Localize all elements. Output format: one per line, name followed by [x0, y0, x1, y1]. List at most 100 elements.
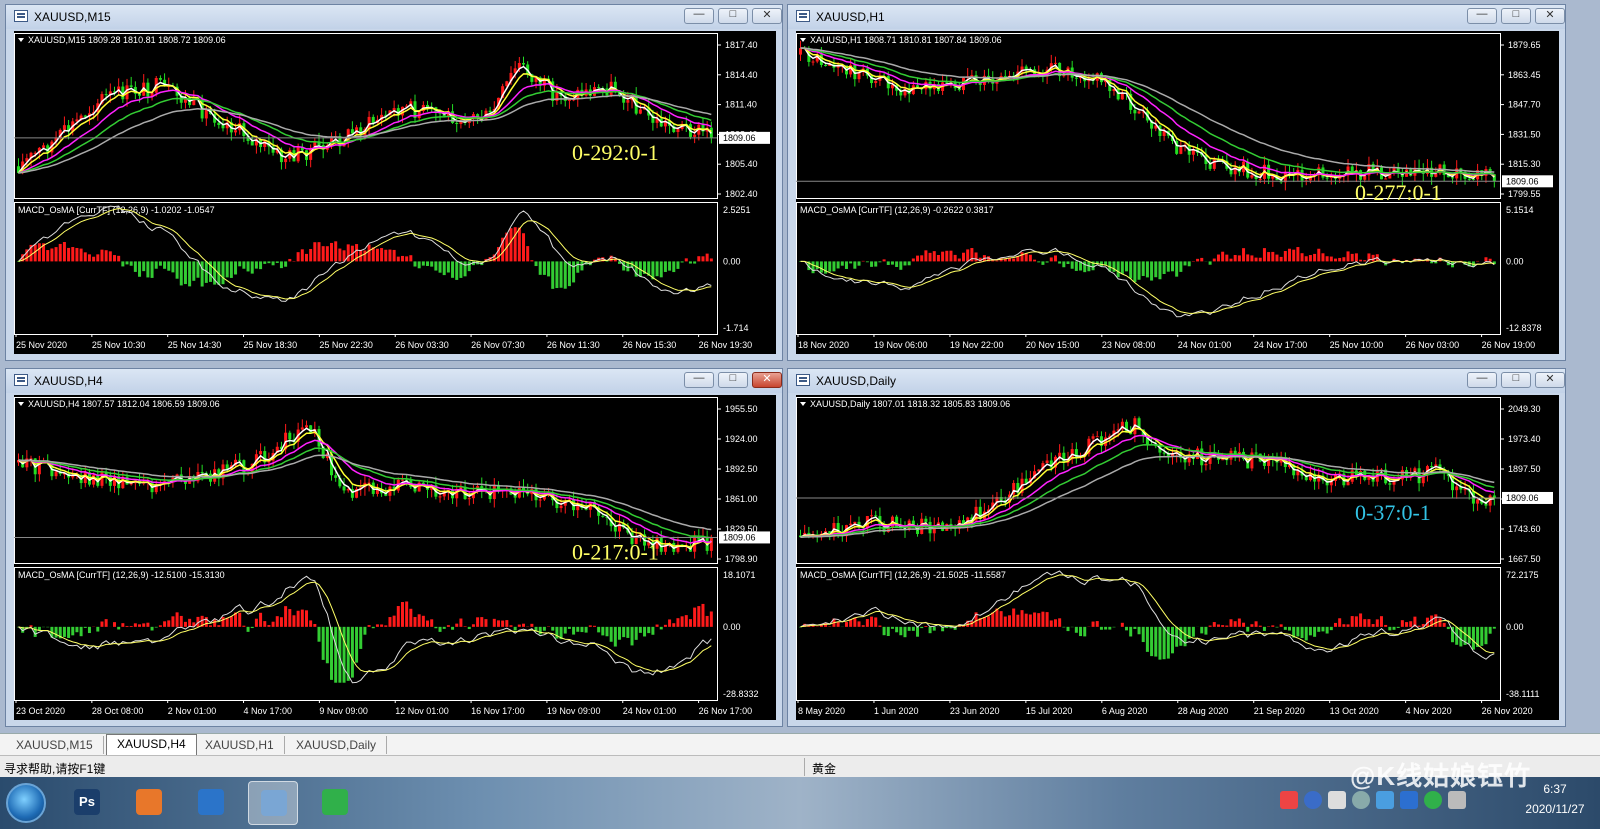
maximize-button[interactable]: □	[1501, 8, 1531, 24]
osma-bar	[1242, 622, 1246, 627]
minimize-button[interactable]: —	[684, 8, 714, 24]
chart-canvas[interactable]: XAUUSD,H4 1807.57 1812.04 1806.59 1809.0…	[14, 395, 774, 718]
taskbar-app-metatrader[interactable]	[186, 781, 236, 825]
osma-bar	[1304, 626, 1308, 641]
shield-icon[interactable]	[1400, 791, 1418, 809]
osma-bar	[242, 625, 246, 627]
osma-bar	[1170, 261, 1174, 272]
osma-bar	[1250, 255, 1254, 262]
minimize-icon: —	[693, 372, 705, 384]
chart-area-h1[interactable]: XAUUSD,H1 1808.71 1810.81 1807.84 1809.0…	[796, 31, 1559, 354]
osma-bar	[991, 612, 995, 627]
osma-bar	[580, 626, 584, 633]
chart-menu-arrow-icon[interactable]	[18, 402, 24, 406]
chart-window-h1[interactable]: XAUUSD,H1 — □ ✕ XAUUSD,H1 1808.71 1810.81 18…	[787, 4, 1566, 361]
tab-xauusd-m15[interactable]: XAUUSD,M15	[6, 736, 104, 754]
osma-bar	[442, 626, 446, 629]
window-title-bar[interactable]: XAUUSD,H4 — □ ✕	[6, 369, 782, 393]
sogou-input-icon[interactable]	[1280, 791, 1298, 809]
minimize-button[interactable]: —	[1467, 372, 1497, 388]
window-title-bar[interactable]: XAUUSD,Daily — □ ✕	[788, 369, 1565, 393]
osma-bar	[1405, 622, 1409, 627]
osma-bar	[663, 261, 667, 272]
candle	[355, 486, 359, 499]
minimize-icon: —	[1476, 8, 1488, 20]
osma-bar	[1053, 619, 1057, 627]
maximize-icon: □	[1512, 372, 1520, 384]
chart-canvas[interactable]: XAUUSD,Daily 1807.01 1818.32 1805.83 180…	[796, 395, 1557, 718]
close-button[interactable]: ✕	[752, 8, 782, 24]
candle	[849, 515, 853, 527]
keyboard-icon[interactable]	[1328, 791, 1346, 809]
taskbar-app-photoshop[interactable]: Ps	[62, 781, 112, 825]
close-button[interactable]: ✕	[1535, 372, 1565, 388]
minimize-button[interactable]: —	[1467, 8, 1497, 24]
chart-area-daily[interactable]: XAUUSD,Daily 1807.01 1818.32 1805.83 180…	[796, 395, 1559, 720]
osma-bar	[1350, 616, 1354, 627]
maximize-button[interactable]: □	[718, 8, 748, 24]
osma-bar	[142, 623, 146, 627]
maximize-button[interactable]: □	[1501, 372, 1531, 388]
chart-area-m15[interactable]: XAUUSD,M15 1809.28 1810.81 1808.72 1809.…	[14, 31, 776, 354]
indicator-level-label: 0.00	[723, 622, 741, 632]
candle	[158, 75, 162, 82]
taskbar-app-control-panel[interactable]	[248, 781, 298, 825]
osma-bar	[634, 626, 638, 640]
minimize-button[interactable]: —	[684, 372, 714, 388]
osma-bar	[304, 253, 308, 262]
osma-bar	[229, 616, 233, 627]
osma-bar	[882, 626, 886, 636]
chart-window-icon	[14, 10, 28, 22]
osma-bar	[630, 626, 634, 646]
candle	[1329, 476, 1333, 493]
chart-window-daily[interactable]: XAUUSD,Daily — □ ✕ XAUUSD,Daily 1807.01 1818…	[787, 368, 1566, 727]
tab-xauusd-daily[interactable]: XAUUSD,Daily	[286, 736, 388, 754]
tab-xauusd-h1[interactable]: XAUUSD,H1	[195, 736, 285, 754]
gear-icon[interactable]	[1352, 791, 1370, 809]
time-tick-label: 4 Nov 2020	[1406, 706, 1452, 716]
time-tick-label: 26 Nov 03:30	[395, 340, 449, 350]
osma-bar	[534, 261, 538, 267]
osma-bar	[96, 626, 100, 632]
candle	[42, 142, 46, 149]
candle	[426, 100, 430, 112]
osma-bar	[263, 261, 267, 264]
osma-bar	[547, 261, 551, 277]
window-title-bar[interactable]: XAUUSD,M15 — □ ✕	[6, 5, 782, 29]
taskbar-app-wechat[interactable]	[310, 781, 360, 825]
tab-xauusd-h4[interactable]: XAUUSD,H4	[106, 734, 197, 756]
help-icon[interactable]	[1304, 791, 1322, 809]
osma-bar	[1150, 626, 1154, 657]
close-button[interactable]: ✕	[752, 372, 782, 388]
taskbar-app-firefox[interactable]	[124, 781, 174, 825]
osma-bar	[342, 626, 346, 683]
volume-icon[interactable]	[1448, 791, 1466, 809]
osma-bar	[1313, 626, 1317, 637]
osma-bar	[71, 626, 75, 636]
network-icon[interactable]	[1376, 791, 1394, 809]
wechat-tray-icon[interactable]	[1424, 791, 1442, 809]
osma-bar	[1033, 612, 1037, 627]
osma-bar	[1049, 620, 1053, 627]
chart-menu-arrow-icon[interactable]	[18, 38, 24, 42]
chart-window-m15[interactable]: XAUUSD,M15 — □ ✕ XAUUSD,M15 1809.28 1810.81 …	[5, 4, 783, 361]
chart-area-h4[interactable]: XAUUSD,H4 1807.57 1812.04 1806.59 1809.0…	[14, 395, 776, 720]
osma-bar	[62, 626, 66, 637]
osma-bar	[844, 261, 848, 269]
window-title-bar[interactable]: XAUUSD,H1 — □ ✕	[788, 5, 1565, 29]
chart-info-text: XAUUSD,H4 1807.57 1812.04 1806.59 1809.0…	[28, 399, 220, 409]
osma-bar	[1396, 626, 1400, 628]
metatrader-icon	[198, 789, 224, 815]
close-button[interactable]: ✕	[1535, 8, 1565, 24]
chart-menu-arrow-icon[interactable]	[800, 402, 806, 406]
osma-bar	[409, 255, 413, 262]
chart-window-h4[interactable]: XAUUSD,H4 — □ ✕ XAUUSD,H4 1807.57 1812.04 18…	[5, 368, 783, 727]
osma-bar	[601, 626, 605, 636]
close-icon: ✕	[1545, 373, 1555, 385]
time-tick-label: 26 Nov 15:30	[623, 340, 677, 350]
start-button[interactable]	[6, 783, 46, 823]
osma-bar	[426, 261, 430, 266]
chart-canvas[interactable]: XAUUSD,H1 1808.71 1810.81 1807.84 1809.0…	[796, 31, 1557, 352]
maximize-button[interactable]: □	[718, 372, 748, 388]
chart-canvas[interactable]: XAUUSD,M15 1809.28 1810.81 1808.72 1809.…	[14, 31, 774, 352]
